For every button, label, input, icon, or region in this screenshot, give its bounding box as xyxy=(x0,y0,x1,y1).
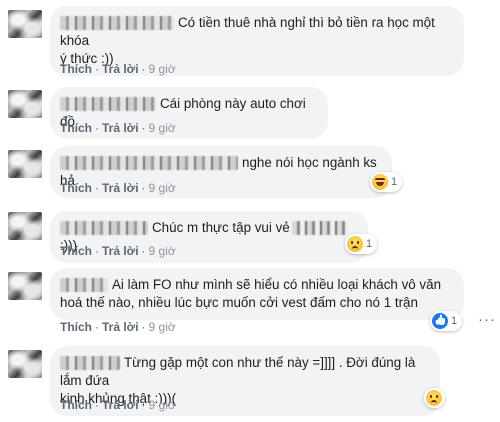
reply-link[interactable]: Trả lời xyxy=(102,181,139,195)
reply-link[interactable]: Trả lời xyxy=(102,320,139,334)
timestamp[interactable]: 9 giờ xyxy=(149,398,176,412)
timestamp[interactable]: 9 giờ xyxy=(149,62,176,76)
timestamp[interactable]: 9 giờ xyxy=(149,181,176,195)
reaction-count: 1 xyxy=(366,238,373,250)
reaction-summary[interactable]: 1 xyxy=(370,172,403,192)
timestamp[interactable]: 9 giờ xyxy=(149,244,176,258)
like-link[interactable]: Thích xyxy=(60,320,92,334)
avatar[interactable] xyxy=(8,90,42,118)
avatar[interactable] xyxy=(8,212,42,240)
reply-link[interactable]: Trả lời xyxy=(102,121,139,135)
commenter-name-blurred[interactable] xyxy=(60,356,120,371)
commenter-name-blurred[interactable] xyxy=(60,97,156,112)
comment-actions: Thích · Trả lời · 9 giờ xyxy=(60,121,176,135)
reply-link[interactable]: Trả lời xyxy=(102,398,139,412)
comment-actions: Thích · Trả lời · 9 giờ xyxy=(60,244,176,258)
avatar[interactable] xyxy=(8,350,42,378)
reaction-count: 1 xyxy=(451,315,458,327)
reply-link[interactable]: Trả lời xyxy=(102,244,139,258)
like-link[interactable]: Thích xyxy=(60,62,92,76)
comment-actions: Thích · Trả lời · 9 giờ xyxy=(60,181,176,195)
comment-text-before: Chúc m thực tập vui vẻ xyxy=(152,220,290,235)
like-link[interactable]: Thích xyxy=(60,244,92,258)
comment-actions: Thích · Trả lời · 9 giờ xyxy=(60,320,176,334)
more-options-icon[interactable]: ··· xyxy=(478,311,496,328)
reaction-summary[interactable] xyxy=(424,388,445,408)
reaction-summary[interactable]: 1 xyxy=(345,234,378,254)
comment-bubble: Ai làm FO như mình sẽ hiểu có nhiều loại… xyxy=(50,268,464,320)
like-link[interactable]: Thích xyxy=(60,398,92,412)
commenter-name-blurred[interactable] xyxy=(60,221,148,236)
comment-text-line1: Ai làm FO như mình sẽ hiểu có nhiều loại… xyxy=(112,277,442,292)
commenter-name-blurred[interactable] xyxy=(60,278,108,293)
comment-text-line2: hoá thế nào, nhiều lúc bực muốn cởi vest… xyxy=(60,295,418,310)
avatar[interactable] xyxy=(8,272,42,300)
comment-actions: Thích · Trả lời · 9 giờ xyxy=(60,62,176,76)
reaction-summary[interactable]: 1 xyxy=(430,311,463,331)
like-link[interactable]: Thích xyxy=(60,181,92,195)
avatar[interactable] xyxy=(8,10,42,38)
comment-actions: Thích · Trả lời · 9 giờ xyxy=(60,398,176,412)
like-icon xyxy=(432,313,448,329)
commenter-name-blurred[interactable] xyxy=(60,16,174,31)
mention-blurred[interactable] xyxy=(291,221,348,236)
haha-icon xyxy=(372,174,388,190)
like-link[interactable]: Thích xyxy=(60,121,92,135)
avatar[interactable] xyxy=(8,150,42,178)
timestamp[interactable]: 9 giờ xyxy=(149,320,176,334)
commenter-name-blurred[interactable] xyxy=(60,156,238,171)
timestamp[interactable]: 9 giờ xyxy=(149,121,176,135)
reply-link[interactable]: Trả lời xyxy=(102,62,139,76)
sad-icon xyxy=(347,236,363,252)
sad-icon xyxy=(426,390,442,406)
reaction-count: 1 xyxy=(391,176,398,188)
